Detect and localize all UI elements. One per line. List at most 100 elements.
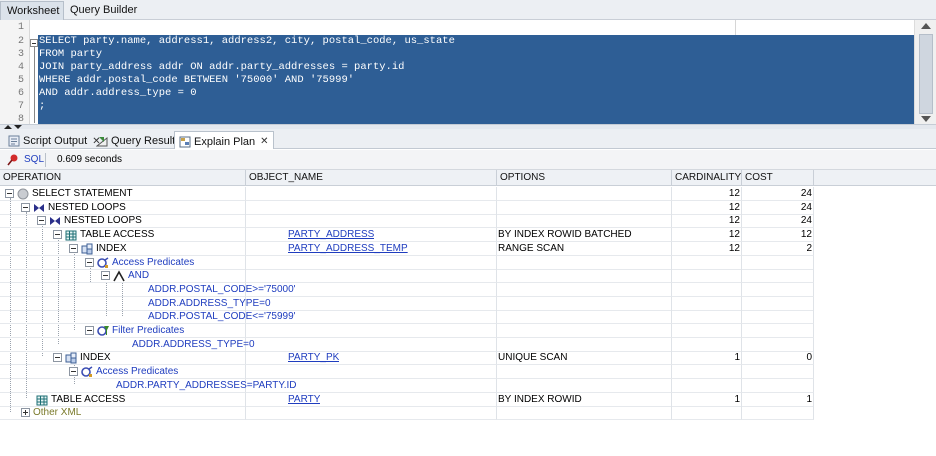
tab-worksheet[interactable]: Worksheet (0, 1, 64, 20)
header-filler (814, 170, 936, 186)
cost-cell: 12 (800, 229, 812, 241)
tab-script-output[interactable]: Script Output ✕ (4, 131, 105, 149)
plan-row[interactable]: ADDR.ADDRESS_TYPE=0 (0, 296, 936, 311)
collapse-toggle[interactable] (37, 216, 46, 226)
operation-cell: ADDR.POSTAL_CODE<='75999' (148, 311, 296, 323)
explain-plan-grid: OPERATION OBJECT_NAME OPTIONS CARDINALIT… (0, 170, 936, 456)
filter-predicate-icon (97, 326, 109, 336)
object-name-link[interactable]: PARTY_ADDRESS (288, 228, 374, 242)
grid-cell-border (246, 255, 497, 270)
grid-cell-border (497, 269, 672, 284)
plan-row[interactable]: Other XML (0, 406, 936, 421)
sql-link[interactable]: SQL (24, 154, 44, 165)
sql-editor[interactable]: 1 2 3 4 5 6 7 8 SELECT party.name, addre… (0, 20, 936, 125)
plan-row[interactable]: NESTED LOOPS 12 24 (0, 214, 936, 229)
plan-row[interactable]: Access Predicates (0, 255, 936, 270)
operation-cell: ADDR.ADDRESS_TYPE=0 (148, 297, 271, 309)
cardinality-cell (672, 365, 740, 379)
tab-explain-plan[interactable]: Explain Plan ✕ (174, 131, 274, 149)
operation-cell: INDEX (96, 242, 127, 254)
grid-cell-border (246, 406, 497, 421)
operation-cell: ADDR.PARTY_ADDRESSES=PARTY.ID (116, 379, 297, 391)
collapse-toggle[interactable] (69, 367, 78, 377)
cardinality-cell: 1 (734, 393, 740, 405)
object-name-link[interactable]: PARTY_PK (288, 351, 339, 365)
grid-cell-border (497, 337, 672, 352)
grid-cell-border (497, 406, 672, 421)
and-icon (113, 270, 125, 282)
plan-row[interactable]: AND (0, 269, 936, 284)
grid-cell-border (246, 296, 497, 311)
cardinality-cell: 1 (734, 352, 740, 364)
cost-cell (742, 338, 812, 352)
pin-icon[interactable] (6, 153, 20, 167)
operation-cell: SELECT STATEMENT (32, 188, 133, 199)
cardinality-cell (672, 269, 740, 283)
collapse-toggle[interactable] (85, 257, 94, 267)
collapse-toggle[interactable] (21, 202, 30, 212)
editor-tab-bar: Worksheet Query Builder (0, 0, 936, 20)
plan-row[interactable]: NESTED LOOPS 12 24 (0, 200, 936, 215)
code-line: AND addr.address_type = 0 (39, 87, 197, 99)
collapse-toggle[interactable] (69, 243, 78, 253)
expand-toggle[interactable] (21, 408, 30, 418)
editor-vertical-scrollbar[interactable] (914, 20, 936, 124)
access-predicate-icon (97, 256, 109, 268)
collapse-toggle[interactable] (101, 271, 110, 281)
toolbar-divider (45, 153, 46, 167)
plan-row[interactable]: ADDR.PARTY_ADDRESSES=PARTY.ID (0, 378, 936, 393)
column-header-cardinality[interactable]: CARDINALITY (672, 170, 742, 186)
cost-cell: 0 (806, 352, 812, 364)
plan-row[interactable]: Filter Predicates (0, 324, 936, 338)
plan-row[interactable]: ADDR.POSTAL_CODE<='75999' (0, 310, 936, 325)
column-header-options[interactable]: OPTIONS (497, 170, 672, 186)
line-number: 6 (17, 88, 24, 99)
collapse-toggle[interactable] (5, 189, 14, 198)
table-icon (36, 395, 48, 405)
column-header-object-name[interactable]: OBJECT_NAME (246, 170, 497, 186)
plan-row[interactable]: INDEX PARTY_ADDRESS_TEMP RANGE SCAN 12 2 (0, 241, 936, 256)
collapse-toggle[interactable] (53, 230, 62, 240)
column-header-cost[interactable]: COST (742, 170, 814, 186)
query-result-icon (96, 136, 108, 147)
plan-row[interactable]: Access Predicates (0, 365, 936, 380)
plan-row[interactable]: TABLE ACCESS PARTY BY INDEX ROWID 1 1 (0, 392, 936, 407)
grid-cell-border (246, 200, 497, 215)
tab-label: Script Output (23, 135, 88, 147)
tab-query-builder[interactable]: Query Builder (64, 1, 148, 20)
index-icon (81, 243, 93, 255)
cardinality-cell (672, 297, 740, 311)
operation-cell: TABLE ACCESS (80, 229, 155, 241)
grid-cell-border (497, 200, 672, 215)
code-line: FROM party (39, 48, 103, 60)
object-name-link[interactable]: PARTY (288, 393, 320, 407)
collapse-toggle[interactable] (85, 326, 94, 335)
close-icon[interactable]: ✕ (260, 136, 268, 147)
statement-icon (17, 188, 29, 200)
operation-cell: INDEX (80, 352, 111, 364)
scroll-up-icon[interactable] (921, 23, 931, 29)
grid-cell-border (497, 296, 672, 311)
operation-cell: NESTED LOOPS (48, 201, 126, 213)
sql-developer-window: Worksheet Query Builder 1 2 3 4 5 6 7 8 … (0, 0, 936, 456)
execution-time: 0.609 seconds (57, 154, 123, 165)
scroll-thumb[interactable] (919, 34, 933, 114)
cardinality-cell (672, 256, 740, 270)
grid-cell-border (497, 255, 672, 270)
object-name-link[interactable]: PARTY_ADDRESS_TEMP (288, 242, 408, 256)
plan-row[interactable]: TABLE ACCESS PARTY_ADDRESS BY INDEX ROWID … (0, 228, 936, 243)
plan-row[interactable]: SELECT STATEMENT 12 24 (0, 187, 936, 201)
plan-row[interactable]: INDEX PARTY_PK UNIQUE SCAN 1 0 (0, 351, 936, 366)
cardinality-cell: 12 (728, 229, 740, 241)
code-fold-toggle[interactable] (30, 39, 38, 47)
plan-row[interactable]: ADDR.POSTAL_CODE>='75000' (0, 282, 936, 297)
cardinality-cell (672, 310, 740, 324)
options-cell: UNIQUE SCAN (498, 352, 568, 364)
collapse-toggle[interactable] (53, 353, 62, 363)
cost-cell: 24 (800, 201, 812, 213)
grid-cell-border (246, 187, 497, 201)
plan-row[interactable]: ADDR.ADDRESS_TYPE=0 (0, 337, 936, 352)
column-header-operation[interactable]: OPERATION (0, 170, 246, 186)
code-line: SELECT party.name, address1, address2, c… (39, 35, 455, 47)
scroll-down-icon[interactable] (921, 116, 931, 122)
